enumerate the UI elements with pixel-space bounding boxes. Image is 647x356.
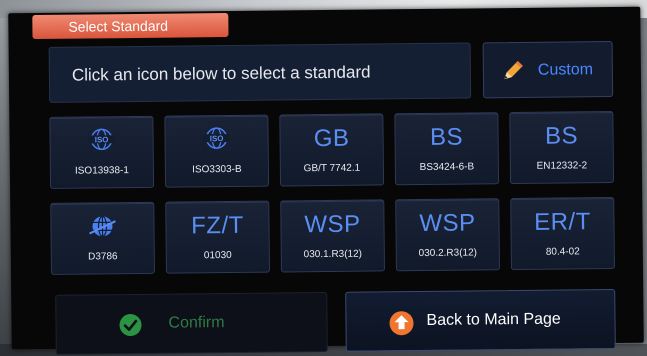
standard-code: BS3424-6-B — [419, 161, 475, 174]
standard-code: 030.2.R3(12) — [418, 247, 478, 260]
home-up-icon — [388, 310, 414, 341]
standard-code: ISO3303-B — [192, 163, 242, 176]
standard-fz-t-01030[interactable]: FZ/T 01030 — [165, 200, 270, 274]
back-button-label: Back to Main Page — [426, 310, 561, 329]
instruction-text: Click an icon below to select a standard — [71, 62, 371, 85]
standard-en12332-2[interactable]: BS EN12332-2 — [509, 110, 615, 185]
custom-button[interactable]: Custom — [482, 40, 614, 99]
standards-grid: ISO ISO13938-1 ISO ISO3303-B GB GB/T 774… — [49, 110, 615, 275]
standard-code: 030.1.R3(12) — [303, 248, 363, 261]
iso-logo-icon: ISO — [165, 126, 267, 153]
standard-code: D3786 — [88, 251, 118, 263]
standard-family: GB — [313, 124, 350, 153]
svg-text:ISO: ISO — [210, 134, 224, 143]
standard-iso3303-b[interactable]: ISO ISO3303-B — [164, 114, 270, 188]
standard-bs3424-6-b[interactable]: BS BS3424-6-B — [394, 112, 500, 186]
instruction-box: Click an icon below to select a standard — [48, 42, 472, 103]
standard-code: 80.4-02 — [545, 246, 580, 258]
standard-er-t-80-4-02[interactable]: ER/T 80.4-02 — [510, 196, 615, 271]
standard-gb-t-7742-1[interactable]: GB GB/T 7742.1 — [279, 113, 385, 187]
svg-text:ISO: ISO — [95, 135, 109, 144]
page-title: Select Standard — [32, 13, 229, 40]
iso-logo-icon: ISO — [50, 127, 152, 154]
standard-family: ER/T — [533, 208, 591, 236]
confirm-button-label: Confirm — [168, 314, 225, 332]
confirm-button[interactable]: Confirm — [55, 291, 328, 355]
standard-code: 01030 — [203, 249, 232, 262]
astm-globe-icon — [51, 213, 153, 240]
standard-code: GB/T 7742.1 — [303, 162, 361, 175]
standard-iso13938-1[interactable]: ISO ISO13938-1 — [49, 115, 155, 189]
custom-button-label: Custom — [537, 61, 594, 79]
device-screen: Select Standard Click an icon below to s… — [8, 6, 644, 355]
check-circle-icon — [118, 313, 142, 342]
standard-code: ISO13938-1 — [74, 165, 129, 177]
standard-family: BS — [429, 123, 464, 151]
standard-d3786[interactable]: D3786 — [50, 201, 155, 275]
pencil-icon — [500, 59, 526, 88]
standard-family: FZ/T — [191, 211, 244, 240]
standard-family: BS — [544, 122, 579, 150]
standard-wsp-030-1[interactable]: WSP 030.1.R3(12) — [280, 199, 385, 273]
standard-family: WSP — [419, 209, 476, 238]
standard-code: EN12332-2 — [536, 160, 588, 172]
standard-family: WSP — [304, 210, 361, 239]
standard-wsp-030-2[interactable]: WSP 030.2.R3(12) — [395, 198, 500, 272]
back-to-main-page-button[interactable]: Back to Main Page — [345, 288, 616, 352]
